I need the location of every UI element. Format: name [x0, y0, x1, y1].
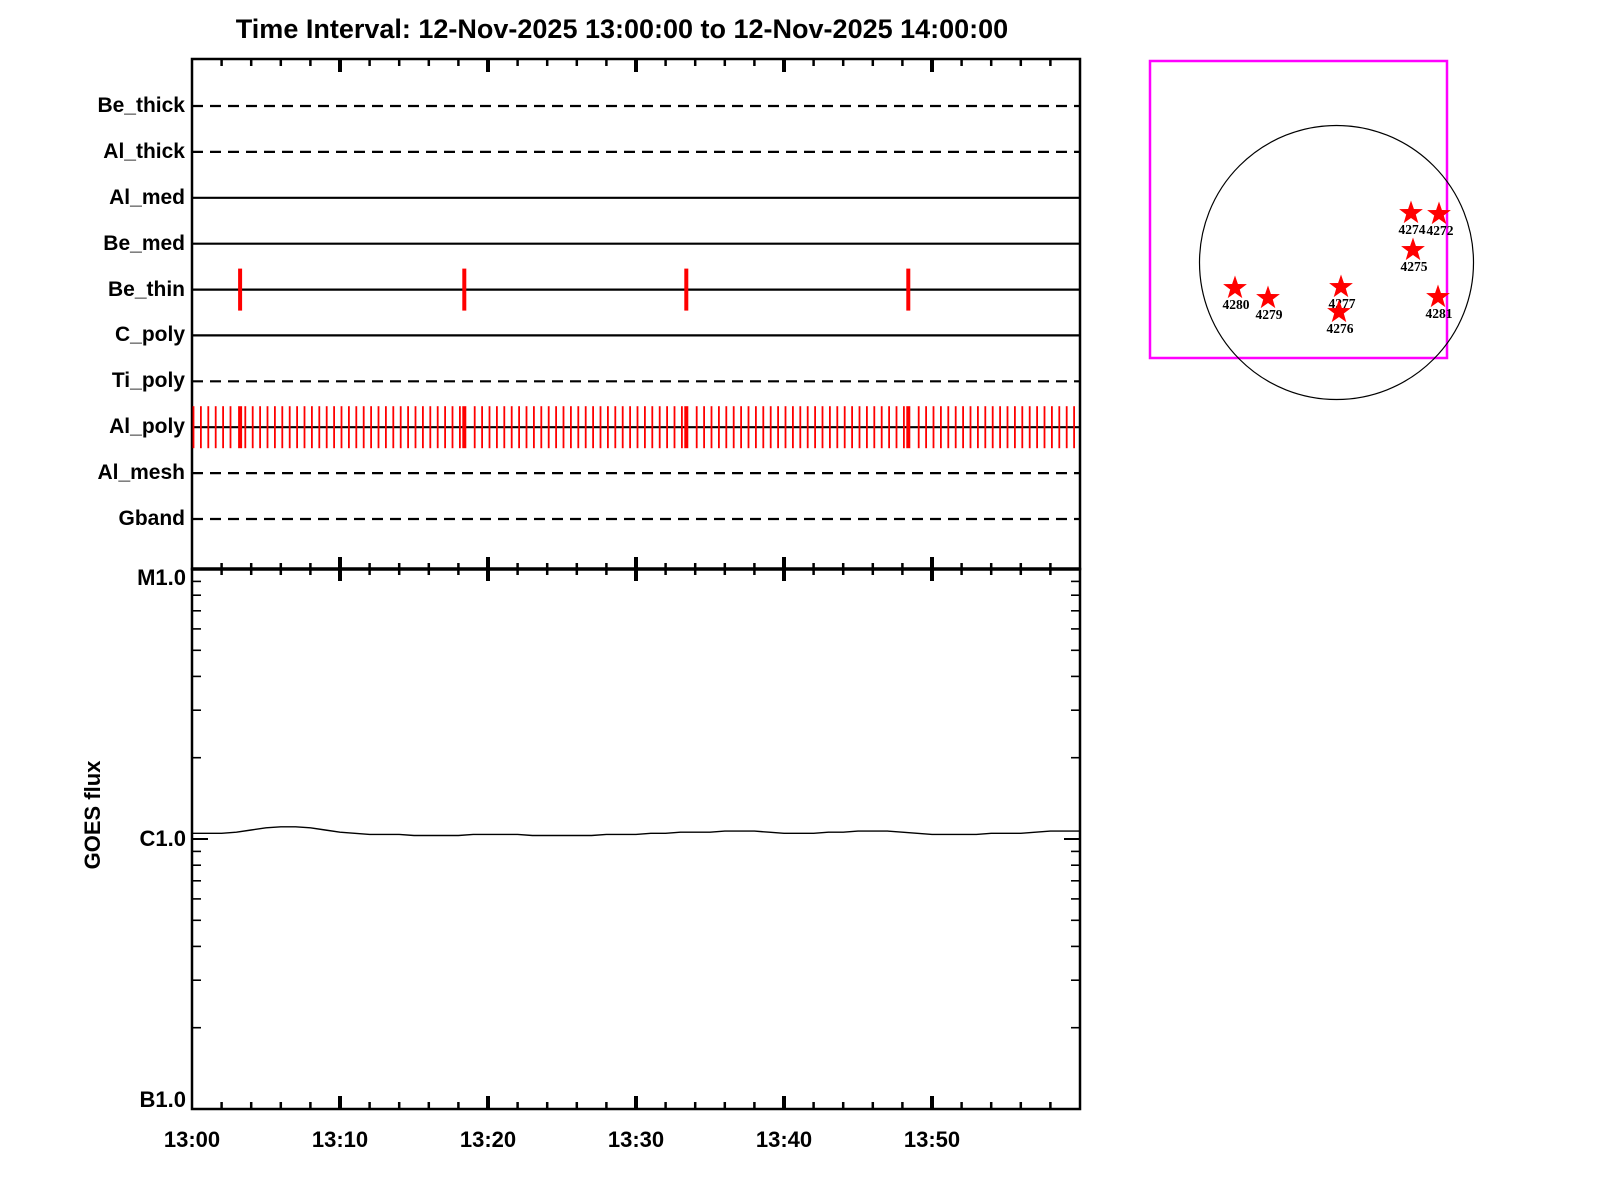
x-tick-label-13:00: 13:00 — [163, 1127, 221, 1152]
x-tick-label-13:10: 13:10 — [311, 1127, 369, 1152]
active-region-star-4275 — [1401, 237, 1425, 261]
filter-label-Be_thick: Be_thick — [97, 94, 185, 117]
goes-flux-axis-label: GOES flux — [80, 760, 105, 870]
x-tick-label-13:50: 13:50 — [903, 1127, 961, 1152]
active-region-label-4274: 4274 — [1399, 222, 1426, 237]
goes-log-ticks — [192, 568, 1080, 1029]
goes-curve — [192, 826, 1080, 837]
filter-rows — [192, 104, 1080, 521]
filter-label-Al_med: Al_med — [109, 186, 185, 209]
active-region-label-4280: 4280 — [1223, 297, 1250, 312]
solar-map-inset: 4274 4272427542804279427742764281 — [1148, 59, 1475, 401]
x-tick-label-13:40: 13:40 — [755, 1127, 813, 1152]
goes-ytick-label-M1.0: M1.0 — [137, 565, 186, 590]
active-region-star-4280 — [1223, 275, 1247, 299]
filter-label-Be_med: Be_med — [103, 232, 185, 255]
filter-label-Al_poly: Al_poly — [109, 415, 185, 438]
filter-label-C_poly: C_poly — [114, 323, 185, 346]
x-tick-label-13:30: 13:30 — [607, 1127, 665, 1152]
active-region-star-4277 — [1329, 274, 1353, 298]
timeline-goes-plot: 4274 4272427542804279427742764281 — [190, 57, 1475, 1111]
goes-ytick-label-B1.0: B1.0 — [139, 1087, 186, 1112]
filter-label-Gband: Gband — [118, 507, 186, 530]
active-region-star-4279 — [1256, 285, 1280, 309]
goes-ytick-label-C1.0: C1.0 — [139, 826, 186, 851]
active-region-label-4275: 4275 — [1401, 259, 1428, 274]
xrt-timeline-screenshot: Time Interval: 12-Nov-2025 13:00:00 to 1… — [0, 0, 1600, 1200]
active-region-star-4274 — [1399, 200, 1423, 224]
x-tick-label-13:20: 13:20 — [459, 1127, 517, 1152]
filter-label-Ti_poly: Ti_poly — [111, 369, 185, 392]
filter-label-Al_thick: Al_thick — [103, 140, 185, 163]
active-region-label-4276: 4276 — [1327, 321, 1354, 336]
active-region-label-4281: 4281 — [1426, 306, 1453, 321]
active-region-label-4272: 4272 — [1427, 223, 1454, 238]
time-axis-ticks — [220, 59, 1052, 1109]
active-region-label-4279: 4279 — [1256, 307, 1283, 322]
filter-label-Be_thin: Be_thin — [107, 278, 185, 301]
filter-label-Al_mesh: Al_mesh — [97, 461, 185, 484]
panel-borders — [190, 57, 1082, 1111]
